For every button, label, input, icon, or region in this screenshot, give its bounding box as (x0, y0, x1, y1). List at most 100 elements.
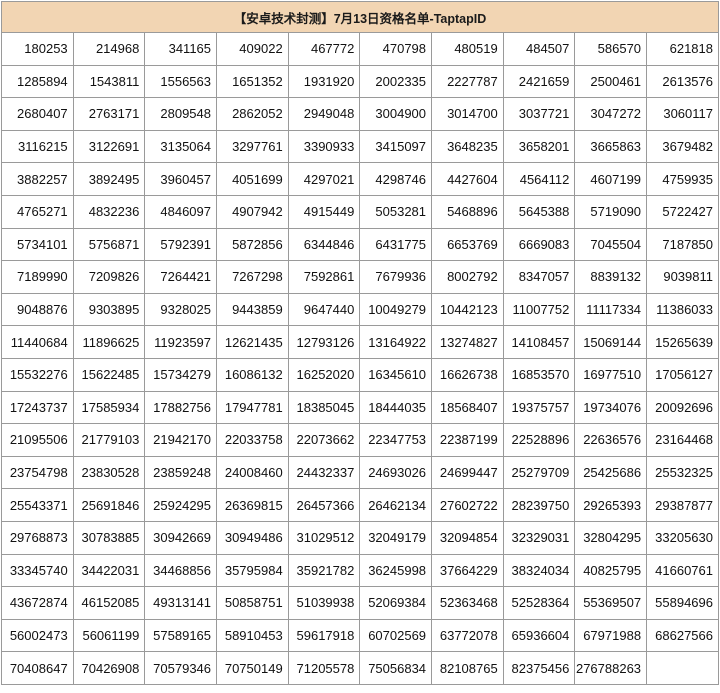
table-cell[interactable]: 82108765 (431, 651, 504, 685)
table-cell[interactable]: 4607199 (574, 162, 648, 196)
table-cell[interactable]: 180253 (1, 32, 74, 66)
table-cell[interactable]: 214968 (72, 32, 146, 66)
table-cell[interactable]: 10442123 (431, 292, 504, 327)
table-cell[interactable]: 586570 (574, 32, 648, 66)
table-cell[interactable]: 56002473 (1, 618, 74, 653)
table-cell[interactable]: 67971988 (574, 618, 648, 653)
table-cell[interactable]: 3658201 (502, 129, 576, 164)
table-cell[interactable]: 5792391 (144, 227, 218, 262)
table-cell[interactable]: 22073662 (287, 423, 361, 457)
table-cell[interactable]: 24008460 (216, 455, 289, 490)
table-cell[interactable]: 12793126 (287, 325, 361, 359)
table-cell[interactable]: 23164468 (646, 423, 719, 457)
table-cell[interactable]: 409022 (216, 32, 289, 66)
table-cell[interactable]: 3135064 (144, 129, 218, 164)
table-cell[interactable]: 43672874 (1, 586, 74, 620)
table-cell[interactable]: 15622485 (72, 357, 146, 392)
table-cell[interactable]: 4564112 (502, 162, 576, 196)
table-cell[interactable]: 4846097 (144, 194, 218, 229)
table-cell[interactable]: 4759935 (646, 162, 719, 196)
table-cell[interactable]: 9328025 (144, 292, 218, 327)
table-cell[interactable]: 41660761 (646, 553, 719, 588)
table-cell[interactable]: 29387877 (646, 488, 719, 522)
table-cell[interactable]: 31029512 (287, 520, 361, 555)
table-cell[interactable]: 33205630 (646, 520, 719, 555)
table-cell[interactable]: 3960457 (144, 162, 218, 196)
table-cell[interactable]: 3047272 (574, 97, 648, 131)
table-cell[interactable]: 3060117 (646, 97, 719, 131)
table-cell[interactable]: 6653769 (431, 227, 504, 262)
table-cell[interactable]: 11440684 (1, 325, 74, 359)
table-cell[interactable]: 38324034 (502, 553, 576, 588)
table-cell[interactable]: 32049179 (359, 520, 433, 555)
table-cell[interactable]: 4427604 (431, 162, 504, 196)
table-cell[interactable]: 6344846 (287, 227, 361, 262)
table-cell[interactable]: 2763171 (72, 97, 146, 131)
table-cell[interactable]: 65936604 (502, 618, 576, 653)
table-cell[interactable]: 480519 (431, 32, 504, 66)
table-cell[interactable]: 4765271 (1, 194, 74, 229)
table-cell[interactable]: 17585934 (72, 390, 146, 425)
table-cell[interactable]: 36245998 (359, 553, 433, 588)
table-cell[interactable]: 11386033 (646, 292, 719, 327)
table-cell[interactable]: 63772078 (431, 618, 504, 653)
table-cell[interactable]: 20092696 (646, 390, 719, 425)
table-cell[interactable]: 34422031 (72, 553, 146, 588)
table-cell[interactable]: 22387199 (431, 423, 504, 457)
table-cell[interactable]: 33345740 (1, 553, 74, 588)
table-cell[interactable]: 24699447 (431, 455, 504, 490)
table-cell[interactable]: 25543371 (1, 488, 74, 522)
table-cell[interactable]: 35921782 (287, 553, 361, 588)
table-cell[interactable]: 71205578 (287, 651, 361, 685)
table-cell[interactable]: 2809548 (144, 97, 218, 131)
table-cell[interactable]: 23830528 (72, 455, 146, 490)
table-cell[interactable]: 57589165 (144, 618, 218, 653)
table-cell[interactable]: 25279709 (502, 455, 576, 490)
table-cell[interactable]: 16977510 (574, 357, 648, 392)
table-cell[interactable]: 6431775 (359, 227, 433, 262)
table-cell[interactable]: 4915449 (287, 194, 361, 229)
table-cell[interactable]: 5872856 (216, 227, 289, 262)
table-cell[interactable]: 4907942 (216, 194, 289, 229)
table-cell[interactable]: 50858751 (216, 586, 289, 620)
table-cell[interactable]: 29265393 (574, 488, 648, 522)
table-cell[interactable]: 52363468 (431, 586, 504, 620)
table-cell[interactable]: 3037721 (502, 97, 576, 131)
table-cell[interactable]: 7267298 (216, 260, 289, 294)
table-cell[interactable]: 58910453 (216, 618, 289, 653)
table-cell[interactable]: 5053281 (359, 194, 433, 229)
table-cell[interactable]: 6669083 (502, 227, 576, 262)
table-cell[interactable]: 3014700 (431, 97, 504, 131)
table-cell[interactable]: 26457366 (287, 488, 361, 522)
table-cell[interactable]: 22033758 (216, 423, 289, 457)
table-cell[interactable]: 341165 (144, 32, 218, 66)
table-cell[interactable]: 7679936 (359, 260, 433, 294)
table-cell[interactable]: 7209826 (72, 260, 146, 294)
table-cell[interactable]: 23859248 (144, 455, 218, 490)
table-cell[interactable]: 9303895 (72, 292, 146, 327)
table-cell[interactable]: 18444035 (359, 390, 433, 425)
table-cell[interactable]: 1931920 (287, 64, 361, 99)
table-cell[interactable]: 2227787 (431, 64, 504, 99)
table-cell[interactable]: 14108457 (502, 325, 576, 359)
table-cell[interactable]: 7264421 (144, 260, 218, 294)
table-cell[interactable]: 3297761 (216, 129, 289, 164)
table-cell[interactable]: 32094854 (431, 520, 504, 555)
table-cell[interactable]: 30783885 (72, 520, 146, 555)
table-cell[interactable]: 3415097 (359, 129, 433, 164)
table-cell[interactable]: 55369507 (574, 586, 648, 620)
table-cell[interactable]: 34468856 (144, 553, 218, 588)
table-cell[interactable]: 18568407 (431, 390, 504, 425)
table-cell[interactable]: 25532325 (646, 455, 719, 490)
table-cell[interactable]: 17882756 (144, 390, 218, 425)
table-cell[interactable]: 32804295 (574, 520, 648, 555)
table-cell[interactable]: 3122691 (72, 129, 146, 164)
table-cell[interactable]: 7045504 (574, 227, 648, 262)
table-cell[interactable]: 21942170 (144, 423, 218, 457)
table-cell[interactable]: 9039811 (646, 260, 719, 294)
table-cell[interactable]: 46152085 (72, 586, 146, 620)
table-cell[interactable]: 4297021 (287, 162, 361, 196)
table-cell[interactable]: 4832236 (72, 194, 146, 229)
table-cell[interactable]: 56061199 (72, 618, 146, 653)
table-cell[interactable]: 52069384 (359, 586, 433, 620)
